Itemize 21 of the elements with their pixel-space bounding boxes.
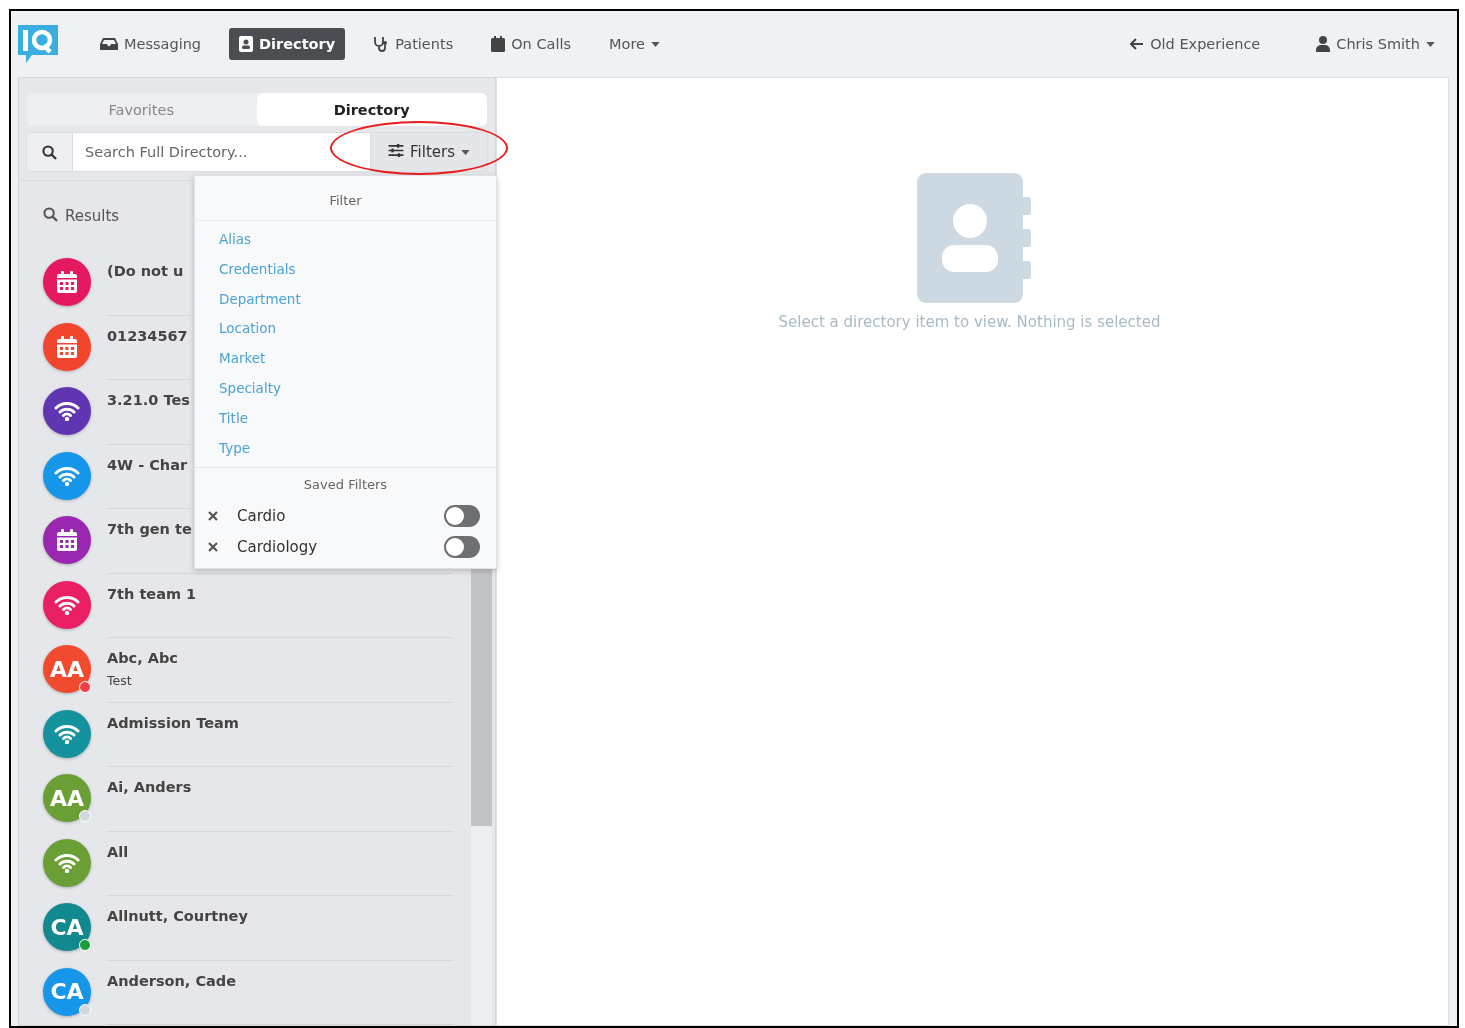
avatar: CA bbox=[43, 967, 91, 1016]
item-name: (Do not u bbox=[107, 263, 184, 279]
item-name: 4W - Char bbox=[107, 456, 188, 473]
avatar: CA bbox=[43, 903, 91, 952]
empty-state-message: Select a directory item to view. Nothing is selected bbox=[778, 313, 1161, 331]
item-name: 3.21.0 Tes bbox=[107, 392, 190, 408]
menu-header: Filter bbox=[195, 176, 496, 221]
item-name: 7th gen te bbox=[107, 521, 192, 537]
item-name: 7th team 1 bbox=[107, 585, 197, 602]
item-subtitle: Test bbox=[107, 673, 132, 688]
avatar: AA bbox=[43, 645, 91, 694]
results-label: Results bbox=[65, 207, 120, 225]
item-name: Admission Team bbox=[107, 714, 239, 731]
item-name: 01234567 bbox=[107, 327, 188, 344]
item-name: Ai, Anders bbox=[107, 779, 192, 795]
item-name: Allnutt, Courtney bbox=[107, 908, 248, 924]
avatar: AA bbox=[43, 774, 91, 823]
item-name: All bbox=[107, 843, 129, 860]
item-name: Anderson, Cade bbox=[107, 972, 237, 989]
menu-header: Saved Filters bbox=[195, 467, 496, 501]
item-name: Abc, Abc bbox=[107, 650, 178, 666]
